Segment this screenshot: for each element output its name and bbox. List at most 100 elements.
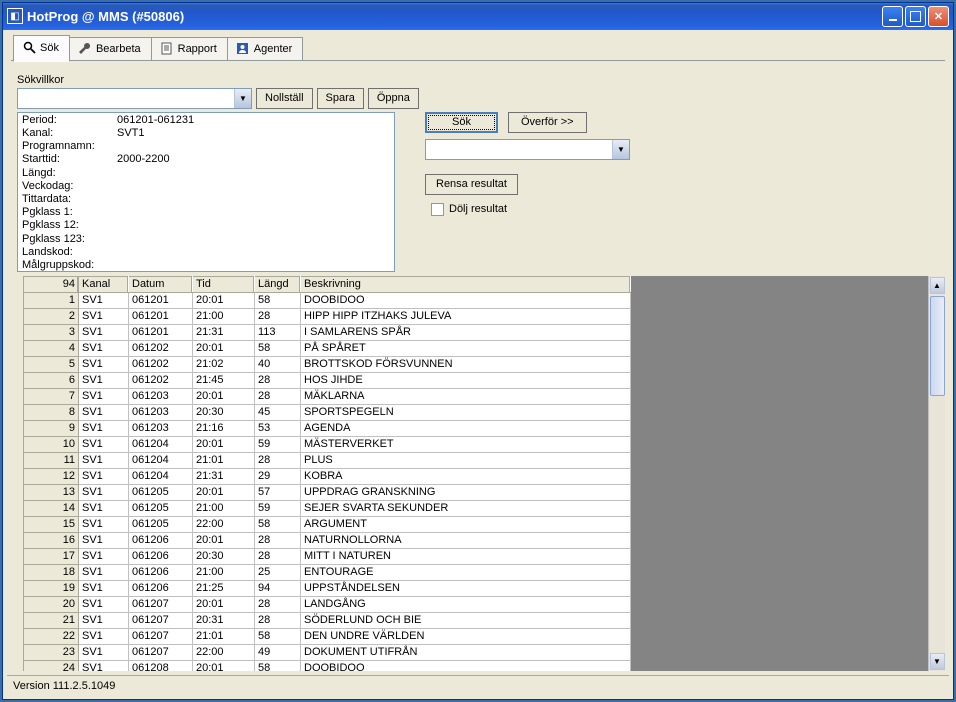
table-row[interactable]: 8SV106120320:3045SPORTSPEGELN (24, 404, 631, 420)
cell-langd[interactable]: 28 (255, 372, 301, 388)
tab-bearbeta[interactable]: Bearbeta (69, 37, 152, 61)
cell-beskrivning[interactable]: ARGUMENT (301, 516, 631, 532)
cell-beskrivning[interactable]: SÖDERLUND OCH BIE (301, 612, 631, 628)
cell-tid[interactable]: 20:01 (193, 436, 255, 452)
scroll-thumb[interactable] (930, 296, 945, 396)
table-row[interactable]: 20SV106120720:0128LANDGÅNG (24, 596, 631, 612)
cell-kanal[interactable]: SV1 (79, 356, 129, 372)
cell-tid[interactable]: 21:16 (193, 420, 255, 436)
transfer-target-dropdown[interactable]: ▼ (425, 139, 630, 160)
cell-datum[interactable]: 061207 (129, 596, 193, 612)
table-row[interactable]: 15SV106120522:0058ARGUMENT (24, 516, 631, 532)
cell-tid[interactable]: 21:01 (193, 452, 255, 468)
cell-beskrivning[interactable]: HIPP HIPP ITZHAKS JULEVA (301, 308, 631, 324)
row-number[interactable]: 13 (24, 484, 79, 500)
table-row[interactable]: 21SV106120720:3128SÖDERLUND OCH BIE (24, 612, 631, 628)
table-row[interactable]: 5SV106120221:0240BROTTSKOD FÖRSVUNNEN (24, 356, 631, 372)
table-row[interactable]: 13SV106120520:0157UPPDRAG GRANSKNING (24, 484, 631, 500)
cell-datum[interactable]: 061203 (129, 404, 193, 420)
cell-beskrivning[interactable]: KOBRA (301, 468, 631, 484)
row-number[interactable]: 15 (24, 516, 79, 532)
cell-beskrivning[interactable]: PÅ SPÅRET (301, 340, 631, 356)
row-number[interactable]: 19 (24, 580, 79, 596)
row-number[interactable]: 12 (24, 468, 79, 484)
cell-langd[interactable]: 57 (255, 484, 301, 500)
cell-langd[interactable]: 59 (255, 436, 301, 452)
criteria-dropdown[interactable]: ▼ (17, 88, 252, 109)
row-number[interactable]: 20 (24, 596, 79, 612)
cell-langd[interactable]: 58 (255, 292, 301, 308)
row-number[interactable]: 24 (24, 660, 79, 671)
cell-beskrivning[interactable]: UPPDRAG GRANSKNING (301, 484, 631, 500)
cell-beskrivning[interactable]: MITT I NATUREN (301, 548, 631, 564)
cell-langd[interactable]: 58 (255, 628, 301, 644)
cell-langd[interactable]: 58 (255, 340, 301, 356)
cell-langd[interactable]: 58 (255, 660, 301, 671)
cell-datum[interactable]: 061203 (129, 388, 193, 404)
open-button[interactable]: Öppna (368, 88, 419, 109)
cell-datum[interactable]: 061206 (129, 580, 193, 596)
cell-beskrivning[interactable]: SEJER SVARTA SEKUNDER (301, 500, 631, 516)
cell-datum[interactable]: 061204 (129, 452, 193, 468)
cell-tid[interactable]: 20:31 (193, 612, 255, 628)
row-number[interactable]: 17 (24, 548, 79, 564)
row-number[interactable]: 22 (24, 628, 79, 644)
cell-tid[interactable]: 21:25 (193, 580, 255, 596)
table-row[interactable]: 10SV106120420:0159MÄSTERVERKET (24, 436, 631, 452)
table-row[interactable]: 7SV106120320:0128MÄKLARNA (24, 388, 631, 404)
results-table[interactable]: 94 Kanal Datum Tid Längd Beskrivning 1SV… (23, 276, 928, 672)
cell-datum[interactable]: 061207 (129, 628, 193, 644)
cell-tid[interactable]: 20:01 (193, 532, 255, 548)
cell-kanal[interactable]: SV1 (79, 404, 129, 420)
cell-langd[interactable]: 49 (255, 644, 301, 660)
table-row[interactable]: 1SV106120120:0158DOOBIDOO (24, 292, 631, 308)
cell-datum[interactable]: 061205 (129, 484, 193, 500)
cell-langd[interactable]: 58 (255, 516, 301, 532)
col-header-beskrivning[interactable]: Beskrivning (301, 276, 631, 292)
table-row[interactable]: 18SV106120621:0025ENTOURAGE (24, 564, 631, 580)
cell-tid[interactable]: 20:01 (193, 340, 255, 356)
close-button[interactable] (928, 6, 949, 27)
cell-datum[interactable]: 061202 (129, 372, 193, 388)
cell-langd[interactable]: 28 (255, 532, 301, 548)
clear-results-button[interactable]: Rensa resultat (425, 174, 518, 195)
cell-langd[interactable]: 28 (255, 548, 301, 564)
cell-beskrivning[interactable]: BROTTSKOD FÖRSVUNNEN (301, 356, 631, 372)
row-number[interactable]: 7 (24, 388, 79, 404)
cell-datum[interactable]: 061201 (129, 308, 193, 324)
cell-beskrivning[interactable]: DOOBIDOO (301, 292, 631, 308)
hide-results-checkbox[interactable] (431, 203, 444, 216)
row-number[interactable]: 16 (24, 532, 79, 548)
row-number[interactable]: 14 (24, 500, 79, 516)
cell-datum[interactable]: 061208 (129, 660, 193, 671)
table-row[interactable]: 16SV106120620:0128NATURNOLLORNA (24, 532, 631, 548)
cell-tid[interactable]: 22:00 (193, 516, 255, 532)
cell-beskrivning[interactable]: MÄKLARNA (301, 388, 631, 404)
cell-tid[interactable]: 20:30 (193, 548, 255, 564)
cell-kanal[interactable]: SV1 (79, 628, 129, 644)
cell-langd[interactable]: 40 (255, 356, 301, 372)
cell-kanal[interactable]: SV1 (79, 308, 129, 324)
reset-button[interactable]: Nollställ (256, 88, 313, 109)
table-row[interactable]: 19SV106120621:2594UPPSTÅNDELSEN (24, 580, 631, 596)
cell-tid[interactable]: 20:01 (193, 484, 255, 500)
cell-beskrivning[interactable]: SPORTSPEGELN (301, 404, 631, 420)
cell-tid[interactable]: 21:00 (193, 308, 255, 324)
cell-tid[interactable]: 21:00 (193, 500, 255, 516)
cell-datum[interactable]: 061203 (129, 420, 193, 436)
cell-beskrivning[interactable]: ENTOURAGE (301, 564, 631, 580)
chevron-down-icon[interactable]: ▼ (234, 89, 251, 108)
cell-kanal[interactable]: SV1 (79, 612, 129, 628)
col-header-langd[interactable]: Längd (255, 276, 301, 292)
cell-datum[interactable]: 061207 (129, 644, 193, 660)
cell-kanal[interactable]: SV1 (79, 548, 129, 564)
cell-langd[interactable]: 28 (255, 452, 301, 468)
cell-tid[interactable]: 21:31 (193, 468, 255, 484)
row-number[interactable]: 3 (24, 324, 79, 340)
table-row[interactable]: 22SV106120721:0158DEN UNDRE VÄRLDEN (24, 628, 631, 644)
row-number[interactable]: 1 (24, 292, 79, 308)
cell-beskrivning[interactable]: I SAMLARENS SPÅR (301, 324, 631, 340)
row-number[interactable]: 2 (24, 308, 79, 324)
row-number[interactable]: 23 (24, 644, 79, 660)
row-number[interactable]: 6 (24, 372, 79, 388)
